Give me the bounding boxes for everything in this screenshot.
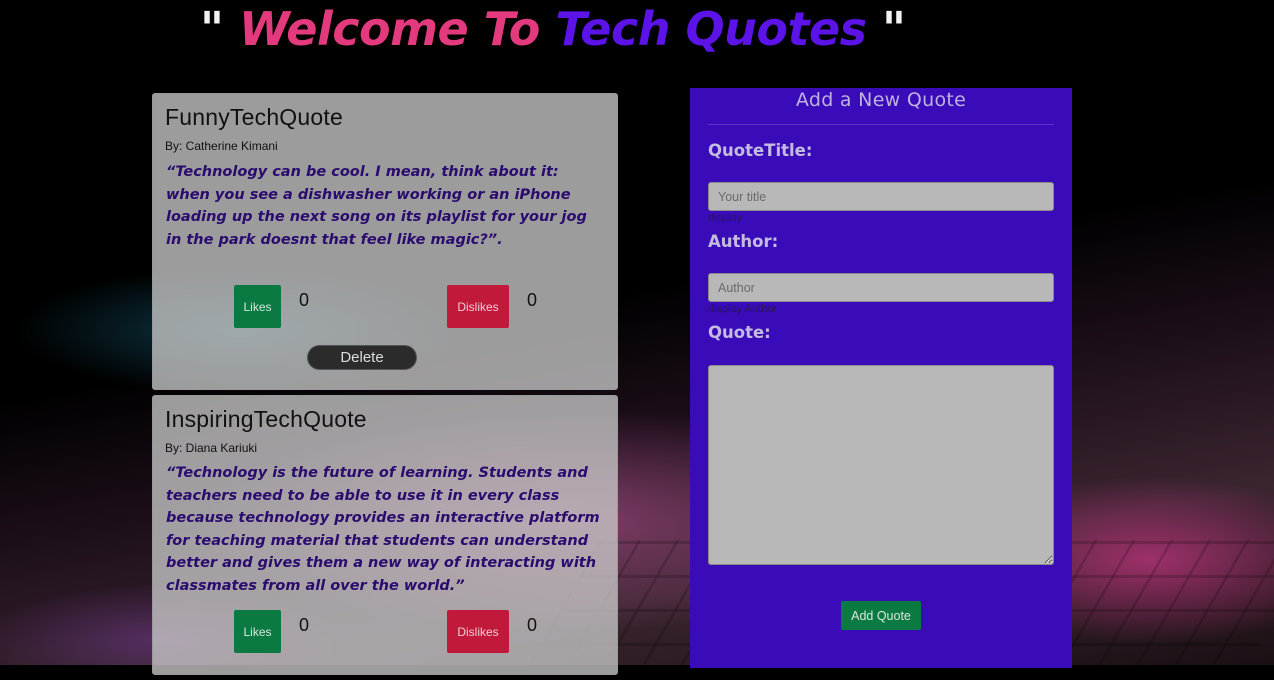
quote-card: InspiringTechQuote By: Diana Kariuki “Te… (152, 395, 618, 675)
title-welcome: Welcome To (238, 2, 540, 56)
form-divider (708, 124, 1054, 125)
quote-card: FunnyTechQuote By: Catherine Kimani “Tec… (152, 93, 618, 390)
quote-title: InspiringTechQuote (165, 406, 367, 432)
title-close-quote: " (882, 2, 906, 56)
page-title: " Welcome To Tech Quotes " (200, 2, 906, 56)
title-brand: Tech Quotes (555, 2, 867, 56)
likes-button[interactable]: Likes (234, 285, 281, 328)
dislikes-button[interactable]: Dislikes (447, 610, 509, 653)
likes-count: 0 (299, 290, 310, 310)
dislikes-button[interactable]: Dislikes (447, 285, 509, 328)
quote-text: “Technology can be cool. I mean, think a… (166, 164, 587, 248)
add-quote-form: Add a New Quote QuoteTitle: display Auth… (690, 88, 1072, 668)
author-display-text: display Author (708, 303, 778, 315)
quote-title-input[interactable] (708, 182, 1054, 211)
likes-count: 0 (299, 615, 310, 635)
add-quote-button[interactable]: Add Quote (841, 601, 921, 630)
likes-button[interactable]: Likes (234, 610, 281, 653)
quote-author: By: Diana Kariuki (165, 441, 258, 455)
author-input[interactable] (708, 273, 1054, 302)
title-open-quote: " (200, 2, 224, 56)
dislikes-count: 0 (527, 615, 538, 635)
delete-button[interactable]: Delete (307, 345, 417, 370)
quote-label: Quote: (708, 323, 771, 342)
form-heading: Add a New Quote (795, 89, 967, 111)
quote-textarea[interactable] (708, 365, 1054, 565)
author-label: Author: (708, 232, 779, 251)
title-display-text: display (708, 212, 743, 224)
quote-text: “Technology is the future of learning. S… (166, 465, 600, 594)
quote-title: FunnyTechQuote (165, 104, 343, 130)
quote-author: By: Catherine Kimani (165, 139, 278, 153)
dislikes-count: 0 (527, 290, 538, 310)
quote-title-label: QuoteTitle: (708, 141, 813, 160)
